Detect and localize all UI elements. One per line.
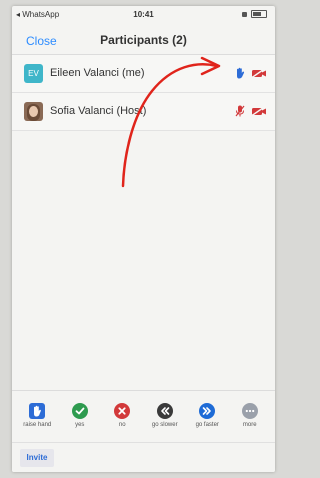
go-faster-button[interactable]: go faster <box>187 391 227 440</box>
more-reactions-button[interactable]: more <box>230 391 270 440</box>
clock: 10:41 <box>133 10 154 19</box>
avatar-face <box>29 106 38 117</box>
video-off-icon <box>251 106 266 116</box>
participant-status-icons <box>235 105 267 117</box>
fast-forward-icon <box>199 403 216 419</box>
reaction-label: go faster <box>195 422 219 428</box>
participant-name: Eileen Valanci (me) <box>50 67 145 79</box>
reaction-label: raise hand <box>23 422 52 428</box>
more-icon <box>241 403 258 419</box>
lock-icon <box>242 11 247 17</box>
mic-muted-icon <box>235 105 245 117</box>
yes-button[interactable]: yes <box>60 391 100 440</box>
raised-hand-icon <box>237 67 245 79</box>
participant-row[interactable]: EV Eileen Valanci (me) <box>12 55 275 93</box>
video-off-icon <box>251 68 266 78</box>
reactions-bar: raise hand yes no go slower go faster mo… <box>12 390 275 440</box>
reaction-label: yes <box>75 422 85 428</box>
reaction-label: no <box>118 422 126 428</box>
avatar: EV <box>24 64 43 83</box>
header-bar: Close Participants (2) <box>12 24 275 55</box>
battery-icon <box>251 10 267 18</box>
x-icon <box>114 403 131 419</box>
raise-hand-icon <box>29 403 46 419</box>
go-slower-button[interactable]: go slower <box>145 391 185 440</box>
no-button[interactable]: no <box>102 391 142 440</box>
avatar <box>24 102 43 121</box>
raise-hand-button[interactable]: raise hand <box>17 391 57 440</box>
bottom-toolbar: Invite <box>12 442 275 472</box>
reaction-label: more <box>242 422 257 428</box>
invite-button[interactable]: Invite <box>20 449 54 467</box>
phone-screen: ◂ WhatsApp 10:41 Close Participants (2) … <box>12 6 275 472</box>
status-bar: ◂ WhatsApp 10:41 <box>12 6 275 22</box>
participant-status-icons <box>235 67 267 79</box>
page-title: Participants (2) <box>100 33 187 47</box>
reaction-label: go slower <box>151 422 178 428</box>
status-icons <box>242 10 267 18</box>
rewind-icon <box>156 403 173 419</box>
participant-row[interactable]: Sofia Valanci (Host) <box>12 93 275 131</box>
check-icon <box>71 403 88 419</box>
participant-name: Sofia Valanci (Host) <box>50 105 147 117</box>
